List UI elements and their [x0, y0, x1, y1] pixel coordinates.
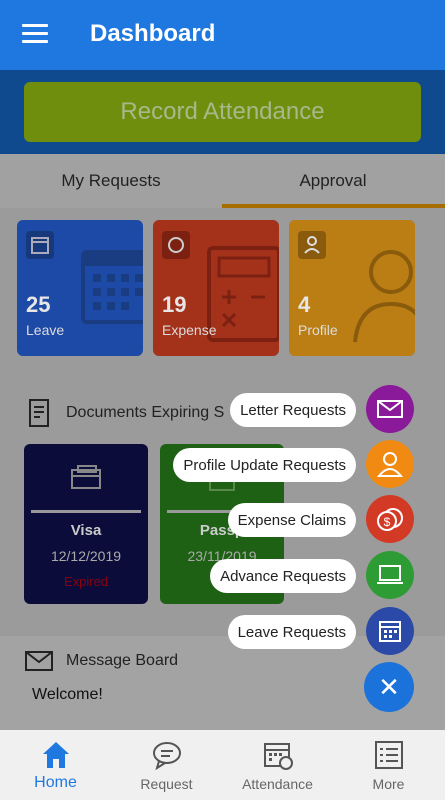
message-board-title: Message Board: [66, 652, 179, 669]
fab-label[interactable]: Expense Claims: [227, 503, 356, 537]
document-date: 12/12/2019: [50, 548, 122, 564]
tab-bar: My Requests Approval: [0, 154, 445, 208]
home-icon: [43, 742, 69, 768]
nav-label: Request: [140, 776, 193, 792]
fab-letter-requests[interactable]: Letter Requests: [170, 385, 414, 433]
document-card-visa[interactable]: Visa 12/12/2019 Expired: [24, 444, 148, 604]
profile-card[interactable]: 4 Profile: [289, 220, 415, 356]
close-icon: ✕: [378, 671, 400, 702]
list-icon: [375, 741, 403, 769]
calendar-icon[interactable]: [366, 607, 414, 655]
envelope-icon[interactable]: [366, 385, 414, 433]
fab-profile-update-requests[interactable]: Profile Update Requests: [160, 440, 414, 488]
envelope-icon: [25, 651, 53, 671]
record-attendance-area: Record Attendance: [0, 70, 445, 154]
laptop-icon[interactable]: [366, 551, 414, 599]
nav-more[interactable]: More: [333, 730, 444, 800]
profile-label: Profile: [298, 322, 338, 338]
document-name: Visa: [70, 522, 102, 539]
leave-count: 25: [26, 292, 51, 317]
card-icon: [71, 465, 101, 489]
calendar-watermark-icon: [81, 250, 143, 324]
close-fab-button[interactable]: ✕: [364, 662, 414, 712]
record-attendance-button[interactable]: Record Attendance: [24, 82, 421, 142]
money-icon: [162, 231, 190, 259]
fab-label[interactable]: Letter Requests: [230, 393, 356, 427]
fab-advance-requests[interactable]: Advance Requests: [180, 551, 414, 599]
tab-my-requests[interactable]: My Requests: [0, 154, 222, 208]
expense-count: 19: [162, 292, 187, 317]
nav-label: More: [372, 776, 405, 792]
fab-label[interactable]: Advance Requests: [210, 559, 356, 593]
expense-card[interactable]: 19 Expense: [153, 220, 279, 356]
fab-label[interactable]: Profile Update Requests: [173, 448, 356, 482]
bottom-navigation: Home Request Attendance More: [0, 730, 445, 800]
calendar-icon: [26, 231, 54, 259]
fab-leave-requests[interactable]: Leave Requests: [200, 607, 414, 655]
leave-label: Leave: [26, 322, 65, 338]
expense-label: Expense: [162, 322, 217, 338]
profile-count: 4: [298, 292, 311, 317]
nav-home[interactable]: Home: [0, 730, 111, 800]
leave-card[interactable]: 25 Leave: [17, 220, 143, 356]
fab-label[interactable]: Leave Requests: [227, 615, 356, 649]
document-icon: [29, 399, 49, 427]
app-bar: Dashboard: [0, 0, 445, 70]
page-title: Dashboard: [90, 20, 216, 47]
nav-attendance[interactable]: Attendance: [222, 730, 333, 800]
person-watermark-icon: [353, 250, 415, 343]
coins-icon[interactable]: $: [366, 495, 414, 543]
nav-label: Attendance: [242, 776, 313, 792]
nav-request[interactable]: Request: [111, 730, 222, 800]
attendance-icon: [264, 743, 293, 770]
tab-approval[interactable]: Approval: [222, 154, 444, 208]
nav-label: Home: [34, 774, 77, 791]
hamburger-menu-icon[interactable]: [22, 24, 48, 46]
person-icon[interactable]: [366, 440, 414, 488]
doc-divider: [31, 510, 141, 513]
message-board-text: Welcome!: [32, 686, 103, 703]
document-status: Expired: [63, 574, 109, 589]
chat-icon: [153, 742, 181, 771]
person-icon: [298, 231, 326, 259]
svg-text:$: $: [384, 515, 391, 529]
message-board-header: Message Board: [24, 650, 178, 672]
fab-expense-claims[interactable]: Expense Claims $: [200, 495, 414, 543]
